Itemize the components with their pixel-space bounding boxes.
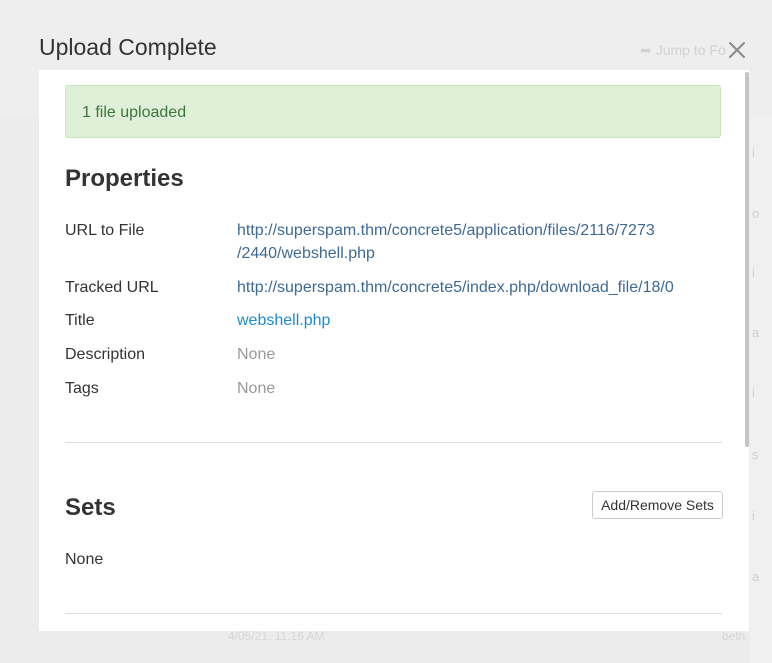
title-edit-link[interactable]: webshell.php — [237, 312, 330, 329]
section-divider — [65, 442, 722, 443]
background-fragment: i — [752, 508, 755, 523]
close-icon — [729, 42, 745, 58]
properties-heading: Properties — [65, 165, 184, 192]
background-jump-link: ➦ Jump to Fo — [640, 42, 726, 58]
background-fragment: a — [752, 325, 760, 340]
dialog-scrollbar[interactable] — [745, 72, 749, 447]
dialog-body: 1 file uploaded Properties URL to File h… — [39, 70, 749, 631]
background-date: 4/05/21, 11:16 AM — [228, 629, 325, 643]
success-alert: 1 file uploaded — [65, 85, 721, 138]
tags-value: None — [237, 380, 276, 397]
url-to-file-value: http://superspam.thm/concrete5/applicati… — [237, 219, 655, 265]
background-fragment: s — [752, 447, 759, 462]
background-fragment: i — [752, 265, 755, 280]
sets-value: None — [65, 551, 104, 568]
tracked-url-label: Tracked URL — [65, 279, 159, 296]
background-fragment: i — [752, 145, 755, 160]
background-fragment: o — [752, 206, 760, 221]
tracked-url-value: http://superspam.thm/concrete5/index.php… — [237, 276, 674, 299]
share-arrow-icon: ➦ — [640, 42, 652, 58]
tags-label: Tags — [65, 380, 99, 397]
sets-heading: Sets — [65, 494, 116, 521]
title-value: webshell.php — [237, 309, 330, 332]
tracked-url-link[interactable]: http://superspam.thm/concrete5/index.php… — [237, 279, 674, 296]
url-to-file-label: URL to File — [65, 222, 145, 239]
section-divider — [65, 613, 722, 614]
background-fragment: a — [752, 569, 760, 584]
alert-message: 1 file uploaded — [82, 104, 187, 121]
title-label: Title — [65, 312, 95, 329]
close-button[interactable] — [726, 39, 748, 61]
add-remove-sets-button[interactable]: Add/Remove Sets — [592, 491, 723, 519]
url-to-file-line2: /2440/webshell.php — [237, 245, 375, 262]
url-to-file-line1: http://superspam.thm/concrete5/applicati… — [237, 222, 655, 239]
description-label: Description — [65, 346, 146, 363]
background-author: beth — [722, 629, 746, 643]
dialog-title: Upload Complete — [39, 34, 217, 60]
url-to-file-link[interactable]: http://superspam.thm/concrete5/applicati… — [237, 222, 655, 262]
description-value: None — [237, 346, 276, 363]
background-fragment: i — [752, 385, 755, 400]
